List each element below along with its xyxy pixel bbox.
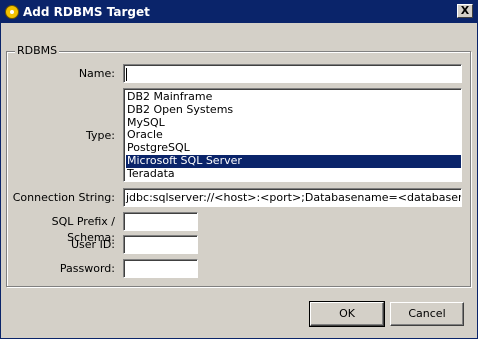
sql-prefix-input[interactable] [123,212,198,231]
type-listbox[interactable]: DB2 Mainframe DB2 Open Systems MySQL Ora… [123,88,462,182]
name-label: Name: [78,67,115,80]
password-input[interactable] [123,259,198,278]
type-option-teradata[interactable]: Teradata [126,167,461,181]
connection-string-input[interactable]: jdbc:sqlserver://<host>:<port>;Databasen… [123,188,462,207]
close-button[interactable]: X [457,4,473,18]
add-rdbms-target-dialog: Add RDBMS Target X RDBMS Name: Type: DB2… [0,0,478,339]
type-option-microsoft-sql-server[interactable]: Microsoft SQL Server [126,154,461,168]
rdbms-group-label: RDBMS [15,44,60,57]
app-icon [5,5,19,19]
user-id-input[interactable] [123,235,198,254]
dialog-title: Add RDBMS Target [23,5,150,19]
connection-string-label: Connection String: [12,191,115,204]
type-option-db2-open-systems[interactable]: DB2 Open Systems [126,103,461,117]
type-option-mysql[interactable]: MySQL [126,116,461,130]
name-input[interactable] [123,64,462,83]
title-bar[interactable]: Add RDBMS Target X [1,1,477,23]
text-caret [126,67,127,81]
password-label: Password: [59,262,115,275]
cancel-button[interactable]: Cancel [390,302,464,326]
type-label: Type: [86,129,115,142]
type-option-db2-mainframe[interactable]: DB2 Mainframe [126,90,461,104]
ok-button[interactable]: OK [309,301,385,327]
user-id-label: User ID: [71,238,115,251]
